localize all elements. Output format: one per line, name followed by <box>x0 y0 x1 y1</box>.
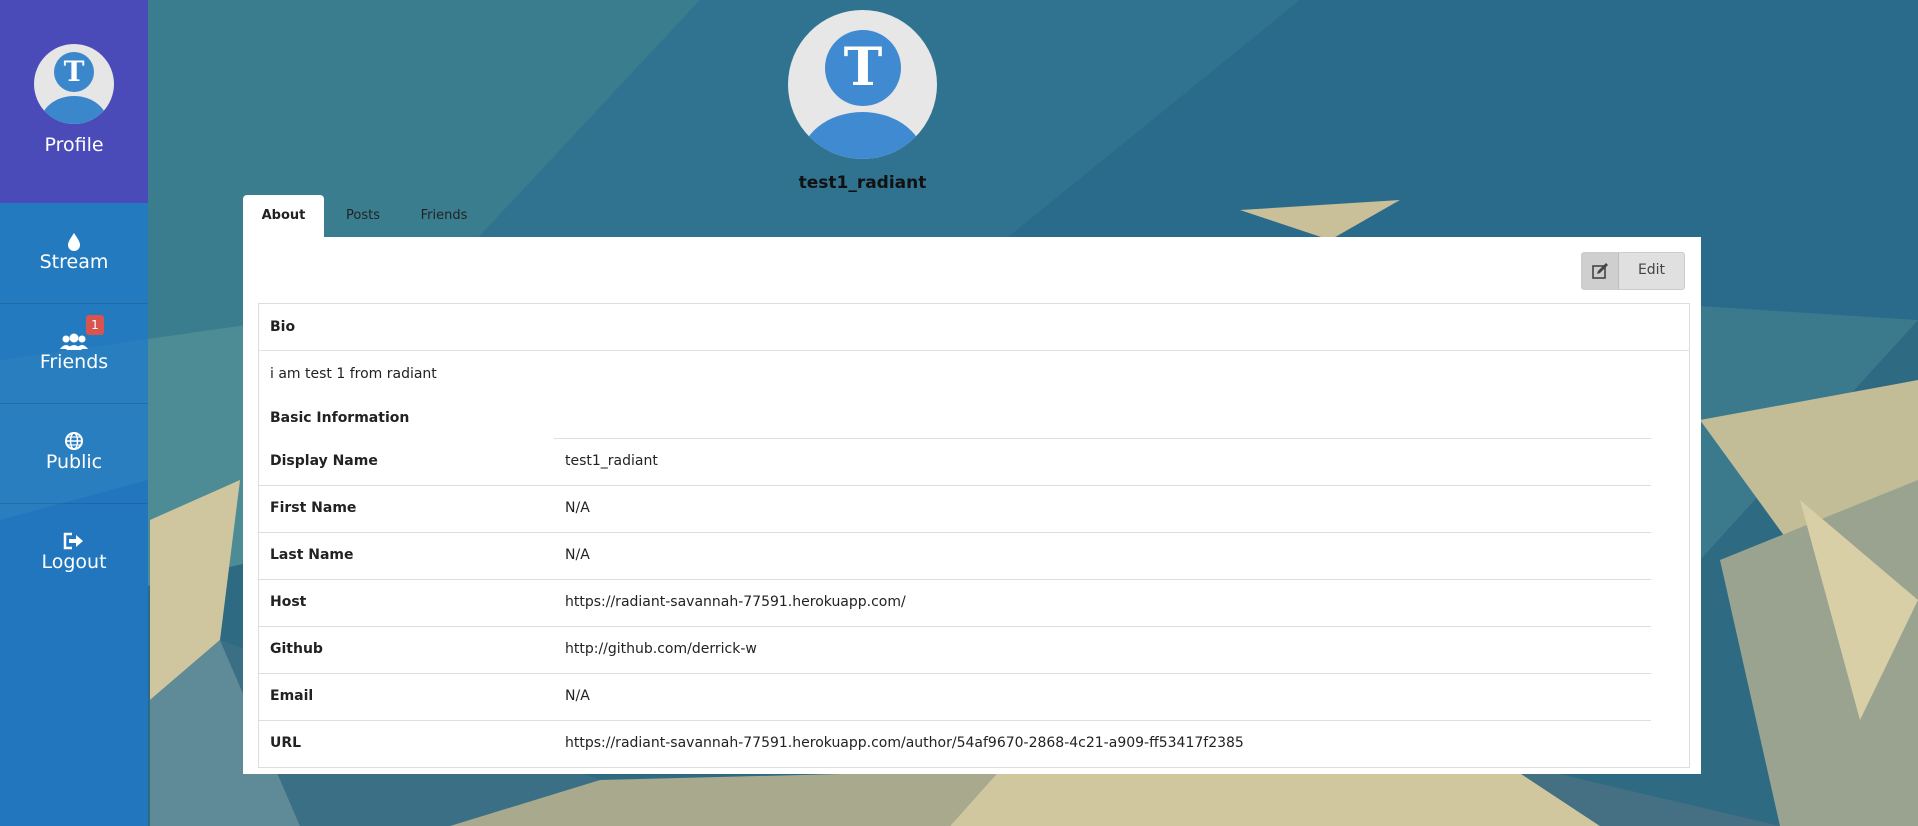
tab-posts[interactable]: Posts <box>324 195 402 237</box>
sidebar-item-stream[interactable]: Stream <box>0 203 148 304</box>
info-key: Last Name <box>270 547 354 563</box>
profile-username: test1_radiant <box>798 173 927 193</box>
info-key: Host <box>270 594 307 610</box>
sidebar-item-profile-label: Profile <box>44 134 104 156</box>
tab-about[interactable]: About <box>243 195 324 237</box>
info-key: Display Name <box>270 453 378 469</box>
avatar-body <box>40 96 108 124</box>
info-row-last-name: Last Name N/A <box>259 532 1651 578</box>
droplet-icon <box>68 233 80 251</box>
info-value[interactable]: https://radiant-savannah-77591.herokuapp… <box>565 594 906 610</box>
info-value: test1_radiant <box>565 453 658 469</box>
edit-icon <box>1582 253 1619 289</box>
info-key: Email <box>270 688 314 704</box>
sidebar-item-label: Logout <box>41 551 107 573</box>
about-panel: Edit Bio i am test 1 from radiant Basic … <box>243 237 1701 774</box>
edit-button-label: Edit <box>1637 262 1666 278</box>
tab-friends[interactable]: Friends <box>402 195 486 237</box>
sidebar-item-label: Public <box>45 451 103 473</box>
profile-avatar-letter: T <box>825 30 901 106</box>
info-value: N/A <box>565 688 590 704</box>
sign-out-icon <box>63 532 83 550</box>
avatar: T <box>34 44 114 124</box>
info-row-display-name: Display Name test1_radiant <box>259 438 1651 484</box>
info-row-email: Email N/A <box>259 673 1651 719</box>
sidebar: T Profile Stream 1 Friends Public Logout <box>0 0 148 826</box>
info-row-url: URL https://radiant-savannah-77591.herok… <box>259 720 1651 766</box>
sidebar-item-label: Stream <box>39 251 109 273</box>
sidebar-item-friends[interactable]: 1 Friends <box>0 303 148 404</box>
bio-text: i am test 1 from radiant <box>270 366 437 382</box>
profile-avatar: T <box>788 10 937 159</box>
info-row-github: Github http://github.com/derrick-w <box>259 626 1651 672</box>
bio-heading: Bio <box>270 319 296 335</box>
info-value: N/A <box>565 547 590 563</box>
info-value: N/A <box>565 500 590 516</box>
sidebar-item-label: Friends <box>39 351 109 373</box>
info-value[interactable]: https://radiant-savannah-77591.herokuapp… <box>565 735 1244 751</box>
info-row-host: Host https://radiant-savannah-77591.hero… <box>259 579 1651 625</box>
basic-info-heading: Basic Information <box>270 410 410 426</box>
about-card: Bio i am test 1 from radiant Basic Infor… <box>258 303 1690 768</box>
info-value[interactable]: http://github.com/derrick-w <box>565 641 757 657</box>
avatar-letter: T <box>54 52 94 92</box>
bio-header: Bio <box>259 304 1689 351</box>
globe-icon <box>65 432 83 450</box>
sidebar-profile[interactable]: T Profile <box>0 0 148 203</box>
info-key: URL <box>270 735 302 751</box>
users-icon <box>60 333 88 350</box>
info-row-first-name: First Name N/A <box>259 485 1651 531</box>
info-key: Github <box>270 641 323 657</box>
edit-button[interactable]: Edit <box>1581 252 1685 290</box>
profile-avatar-body <box>800 112 925 159</box>
sidebar-item-public[interactable]: Public <box>0 403 148 504</box>
info-key: First Name <box>270 500 357 516</box>
sidebar-item-logout[interactable]: Logout <box>0 503 148 603</box>
